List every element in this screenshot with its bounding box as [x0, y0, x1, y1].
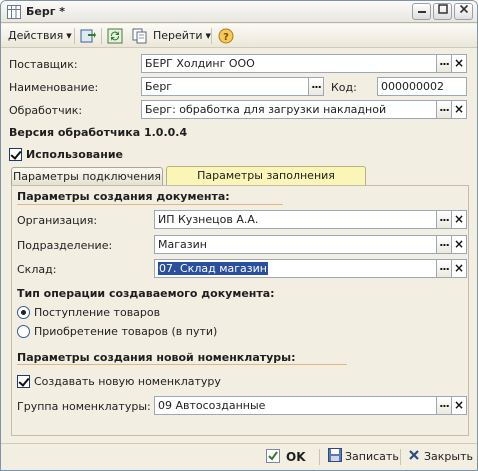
code-label: Код: — [331, 81, 357, 94]
maximize-button[interactable] — [433, 3, 452, 20]
operation-type-title: Тип операции создаваемого документа: — [17, 287, 275, 300]
save-label: Записать — [345, 450, 399, 463]
handler-clear-button[interactable]: × — [451, 100, 467, 119]
radio-goods-in-transit-label: Приобретение товаров (в пути) — [34, 325, 218, 338]
supplier-field[interactable]: БЕРГ Холдинг ООО — [141, 54, 437, 73]
nomenclature-params-title: Параметры создания новой номенклатуры: — [17, 351, 296, 364]
department-label: Подразделение: — [17, 239, 113, 252]
close-icon — [459, 4, 468, 14]
usage-label: Использование — [26, 148, 123, 161]
close-window-button[interactable] — [454, 3, 473, 20]
supplier-clear-button[interactable]: × — [451, 54, 467, 73]
supplier-select-button[interactable]: ... — [436, 54, 452, 73]
toolbar-separator — [211, 28, 212, 44]
create-nomenclature-label: Создавать новую номенклатуру — [34, 375, 221, 388]
tab-connection-params[interactable]: Параметры подключения — [11, 167, 163, 185]
minimize-button[interactable] — [412, 3, 431, 20]
section-divider — [17, 364, 347, 365]
radio-goods-receipt[interactable] — [17, 306, 30, 319]
handler-version: Версия обработчика 1.0.0.4 — [9, 126, 188, 139]
refresh-icon[interactable] — [107, 28, 123, 44]
usage-checkbox[interactable] — [9, 148, 22, 161]
organization-clear-button[interactable]: × — [451, 210, 467, 229]
department-field[interactable]: Магазин — [154, 235, 437, 254]
organization-label: Организация: — [17, 214, 98, 227]
code-field[interactable]: 000000002 — [377, 77, 467, 96]
nomenclature-group-select-button[interactable]: ... — [436, 396, 452, 415]
create-nomenclature-checkbox[interactable] — [17, 375, 30, 388]
toolbar: Действия ▼ Перейти ▼ ? — [1, 24, 477, 48]
organization-select-button[interactable]: ... — [436, 210, 452, 229]
toolbar-separator — [101, 28, 102, 44]
section-divider — [17, 204, 283, 205]
warehouse-label: Склад: — [17, 263, 57, 276]
ok-button[interactable]: OK — [266, 448, 306, 466]
minimize-icon — [417, 11, 426, 13]
tab-fill-params[interactable]: Параметры заполнения документа — [166, 166, 366, 199]
department-select-button[interactable]: ... — [436, 235, 452, 254]
nomenclature-group-label: Группа номенклатуры: — [17, 400, 151, 413]
nomenclature-group-clear-button[interactable]: × — [451, 396, 467, 415]
svg-text:?: ? — [223, 32, 229, 43]
radio-goods-in-transit[interactable] — [17, 325, 30, 338]
window-title: Берг * — [26, 5, 66, 18]
toolbar-separator — [74, 28, 75, 44]
supplier-label: Поставщик: — [9, 58, 78, 71]
table-icon — [7, 5, 21, 19]
form-window: Берг * Действия ▼ Перейти ▼ ? Поставщик:… — [0, 0, 478, 471]
radio-goods-receipt-label: Поступление товаров — [34, 306, 161, 319]
goto-label: Перейти — [153, 29, 203, 42]
department-clear-button[interactable]: × — [451, 235, 467, 254]
title-bar: Берг * — [1, 1, 477, 23]
checkmark-icon — [266, 449, 280, 463]
warehouse-value: 07. Склад магазин — [158, 262, 268, 275]
save-and-close-icon[interactable] — [80, 28, 96, 44]
actions-menu[interactable]: Действия ▼ — [8, 27, 72, 45]
close-label: Закрыть — [424, 450, 473, 463]
floppy-disk-icon — [328, 448, 342, 462]
handler-label: Обработчик: — [9, 104, 83, 117]
actions-label: Действия — [8, 29, 64, 42]
goto-menu[interactable]: Перейти ▼ — [153, 27, 211, 45]
doc-params-title: Параметры создания документа: — [17, 190, 230, 203]
handler-select-button[interactable]: ... — [436, 100, 452, 119]
close-x-icon — [409, 450, 419, 460]
name-field[interactable]: Берг — [141, 77, 309, 96]
footer-divider — [1, 443, 477, 444]
close-button[interactable]: Закрыть — [408, 448, 473, 466]
footer-separator — [400, 449, 401, 465]
footer-separator — [319, 449, 320, 465]
copy-document-icon[interactable] — [132, 28, 148, 44]
organization-field[interactable]: ИП Кузнецов А.А. — [154, 210, 437, 229]
save-button[interactable]: Записать — [328, 448, 399, 466]
name-edit-button[interactable]: ... — [308, 77, 324, 96]
warehouse-clear-button[interactable]: × — [451, 259, 467, 278]
name-label: Наименование: — [9, 81, 99, 94]
nomenclature-group-field[interactable]: 09 Автосозданные — [154, 396, 437, 415]
warehouse-select-button[interactable]: ... — [436, 259, 452, 278]
dropdown-arrow-icon: ▼ — [66, 32, 72, 40]
maximize-icon — [437, 4, 448, 14]
handler-field[interactable]: Берг: обработка для загрузки накладной — [141, 100, 437, 119]
warehouse-field[interactable]: 07. Склад магазин — [154, 259, 437, 278]
ok-label: OK — [286, 450, 306, 464]
question-circle-icon[interactable]: ? — [218, 28, 234, 44]
